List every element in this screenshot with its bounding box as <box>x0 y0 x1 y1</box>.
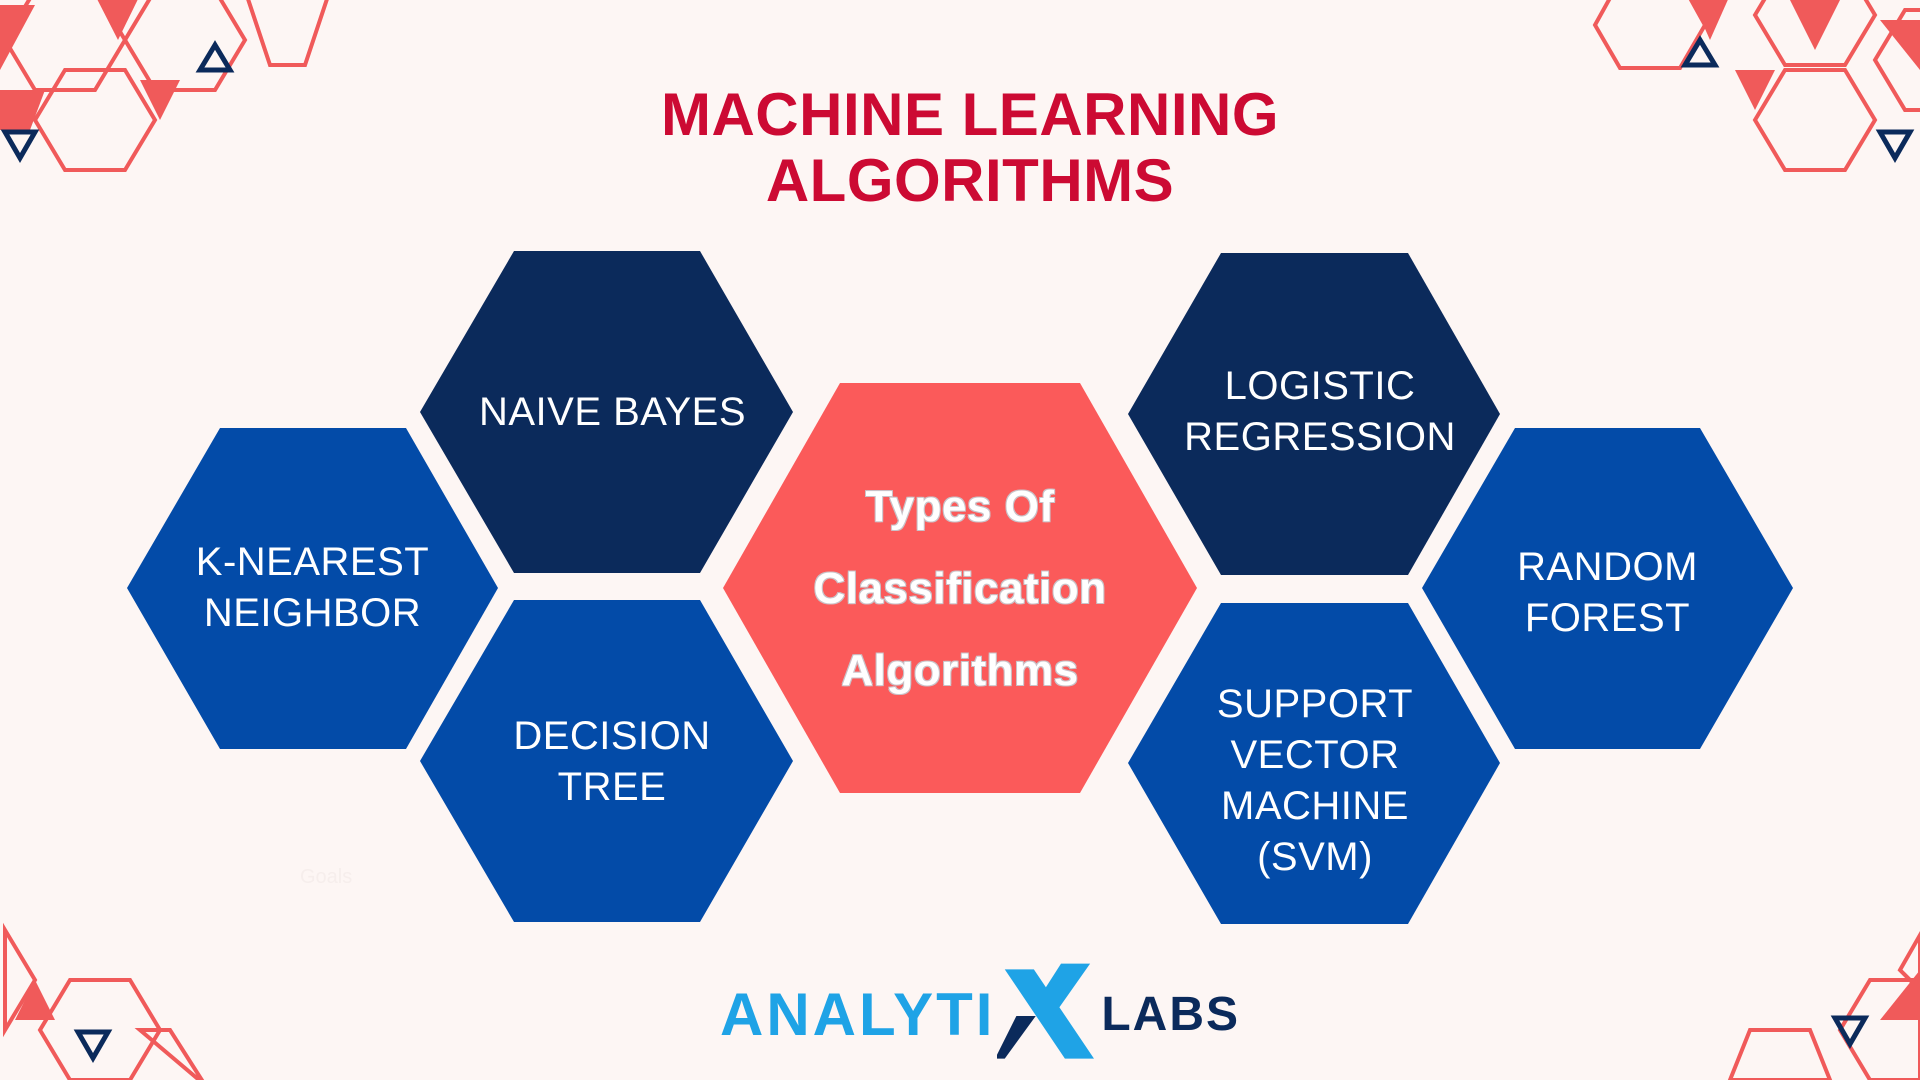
label-random-forest: RANDOM FOREST <box>1517 545 1698 640</box>
analytixlabs-logo: ANALYTI LABS <box>720 958 1240 1070</box>
label-decision-tree: DECISION TREE <box>513 714 711 809</box>
faint-text: Goals <box>300 866 353 888</box>
label-logistic-regression: LOGISTIC REGRESSION <box>1184 364 1456 459</box>
infographic: MACHINE LEARNING ALGORITHMS NAIVE BAYES … <box>0 0 1920 1080</box>
label-naive-bayes: NAIVE BAYES <box>478 389 747 434</box>
logo-text-part1: ANALYTI <box>720 980 996 1048</box>
label-center: Types Of Classification Algorithms <box>813 482 1107 695</box>
label-svm: SUPPORT VECTOR MACHINE (SVM) <box>1216 682 1414 879</box>
label-k-nearest-neighbor: K-NEAREST NEIGHBOR <box>195 540 430 635</box>
logo-text-part2: LABS <box>1101 987 1240 1041</box>
logo-x-mark <box>997 963 1095 1059</box>
